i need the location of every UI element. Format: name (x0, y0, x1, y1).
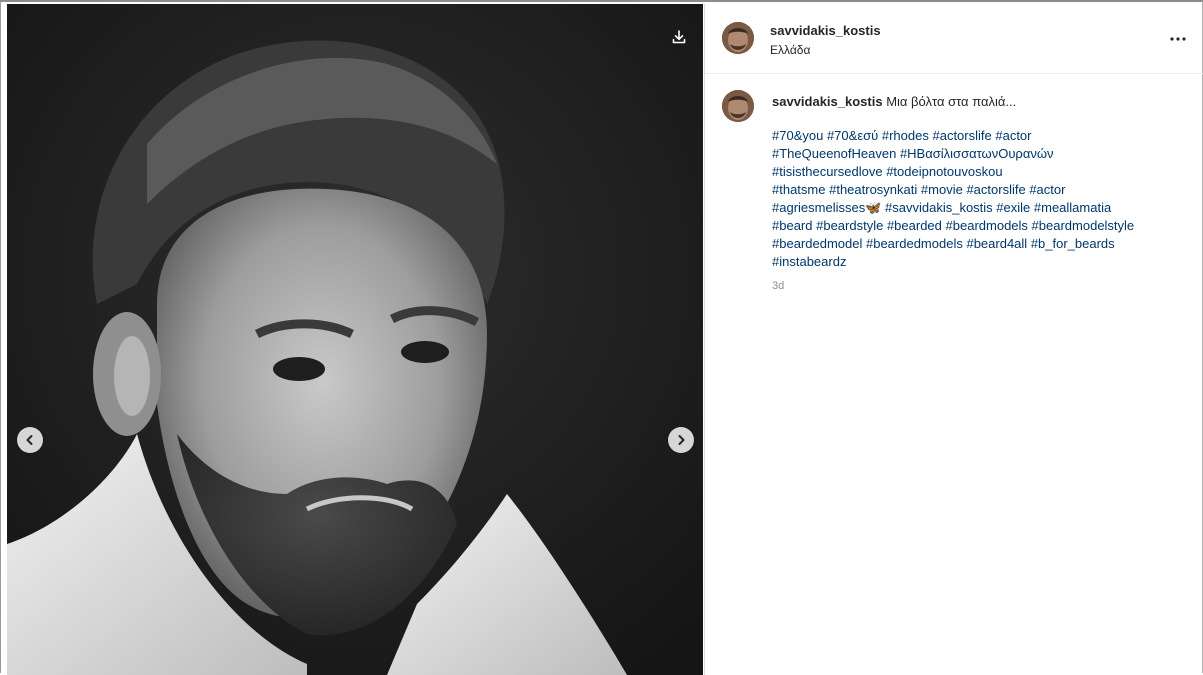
chevron-left-icon (26, 435, 33, 445)
hashtag[interactable]: #instabeardz (772, 254, 846, 269)
hashtag[interactable]: #movie (921, 182, 963, 197)
hashtag-line: #70&you #70&εσύ #rhodes #actorslife #act… (772, 127, 1192, 145)
hashtag-line: #agriesmelisses🦋 #savvidakis_kostis #exi… (772, 199, 1192, 217)
hashtag[interactable]: #70&εσύ (827, 128, 878, 143)
caption-avatar[interactable] (722, 90, 754, 122)
hashtag[interactable]: #beardmodels (946, 218, 1028, 233)
avatar[interactable] (722, 22, 754, 54)
hashtag-line: #thatsme #theatrosynkati #movie #actorsl… (772, 181, 1192, 199)
more-options-icon (1170, 37, 1186, 41)
hashtag[interactable]: #actor (1029, 182, 1065, 197)
caption-text: Μια βόλτα στα παλιά... (886, 94, 1017, 109)
hashtag-line: #tisisthecursedlove #todeipnotouvoskou (772, 163, 1192, 181)
hashtag[interactable]: #tisisthecursedlove (772, 164, 883, 179)
avatar-image (722, 90, 754, 122)
download-icon (672, 30, 686, 44)
hashtag[interactable]: #bearded (887, 218, 942, 233)
next-button[interactable] (668, 427, 694, 453)
hashtag[interactable]: #TheQueenofHeaven (772, 146, 896, 161)
hashtag-line: #TheQueenofHeaven #ΗΒασίλισσατωνΟυρανών (772, 145, 1192, 163)
previous-button[interactable] (17, 427, 43, 453)
hashtag[interactable]: #b_for_beards (1031, 236, 1115, 251)
more-options-button[interactable] (1166, 27, 1190, 51)
hashtag[interactable]: #beardedmodel (772, 236, 862, 251)
hashtag[interactable]: #actorslife (966, 182, 1025, 197)
hashtag[interactable]: #beard (772, 218, 812, 233)
post-media[interactable] (7, 4, 703, 675)
post-location[interactable]: Ελλάδα (770, 43, 810, 57)
hashtag-line: #instabeardz (772, 253, 1192, 271)
hashtag[interactable]: #todeipnotouvoskou (886, 164, 1002, 179)
hashtag[interactable]: #ΗΒασίλισσατωνΟυρανών (900, 146, 1054, 161)
hashtag[interactable]: #agriesmelisses🦋 (772, 200, 881, 215)
post-modal: savvidakis_kostis Ελλάδα savvidakis_kost… (0, 0, 1203, 675)
hashtag[interactable]: #beardstyle (816, 218, 883, 233)
post-caption: savvidakis_kostis Μια βόλτα στα παλιά... (772, 93, 1192, 111)
post-username[interactable]: savvidakis_kostis (770, 23, 881, 38)
post-timestamp[interactable]: 3d (772, 280, 784, 292)
hashtag[interactable]: #70&you (772, 128, 823, 143)
hashtag[interactable]: #beardmodelstyle (1032, 218, 1135, 233)
hashtag[interactable]: #savvidakis_kostis (885, 200, 993, 215)
hashtag[interactable]: #actorslife (932, 128, 991, 143)
hashtag[interactable]: #rhodes (882, 128, 929, 143)
download-button[interactable] (665, 24, 693, 50)
hashtag[interactable]: #beardedmodels (866, 236, 963, 251)
avatar-image (722, 22, 754, 54)
hashtag[interactable]: #exile (996, 200, 1030, 215)
hashtag-list: #70&you #70&εσύ #rhodes #actorslife #act… (772, 127, 1192, 271)
hashtag[interactable]: #meallamatia (1034, 200, 1111, 215)
hashtag[interactable]: #theatrosynkati (829, 182, 917, 197)
post-header: savvidakis_kostis Ελλάδα (705, 4, 1203, 74)
hashtag[interactable]: #beard4all (966, 236, 1027, 251)
post-sidebar: savvidakis_kostis Ελλάδα savvidakis_kost… (704, 4, 1203, 675)
caption-username[interactable]: savvidakis_kostis (772, 94, 883, 109)
hashtag-line: #beard #beardstyle #bearded #beardmodels… (772, 217, 1192, 235)
hashtag[interactable]: #actor (995, 128, 1031, 143)
hashtag[interactable]: #thatsme (772, 182, 825, 197)
post-photo (7, 4, 703, 675)
chevron-right-icon (678, 435, 685, 445)
hashtag-line: #beardedmodel #beardedmodels #beard4all … (772, 235, 1192, 253)
